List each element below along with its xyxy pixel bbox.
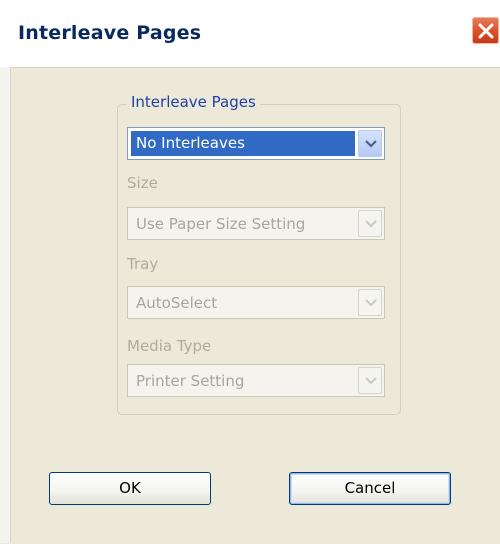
media-type-dropdown-button — [358, 367, 382, 394]
interleave-pages-dialog: Interleave Pages Interleave Pages No Int… — [0, 0, 500, 544]
window-border-left — [0, 67, 11, 543]
window-title: Interleave Pages — [18, 22, 202, 44]
size-dropdown-button — [358, 210, 382, 237]
interleave-select[interactable]: No Interleaves — [127, 127, 385, 160]
media-type-label: Media Type — [127, 337, 212, 355]
chevron-down-icon — [365, 299, 377, 307]
size-label: Size — [127, 174, 158, 192]
tray-label: Tray — [127, 255, 159, 273]
tray-dropdown-button — [358, 289, 382, 316]
media-type-select: Printer Setting — [127, 364, 385, 397]
groupbox-legend: Interleave Pages — [127, 93, 260, 111]
chevron-down-icon — [365, 377, 377, 385]
chevron-down-icon — [365, 220, 377, 228]
interleave-select-value: No Interleaves — [131, 131, 355, 156]
chevron-down-icon — [365, 140, 377, 148]
interleave-dropdown-button[interactable] — [358, 130, 382, 157]
title-bar: Interleave Pages — [0, 0, 500, 67]
media-type-select-value: Printer Setting — [136, 372, 245, 390]
size-select-value: Use Paper Size Setting — [136, 215, 306, 233]
cancel-button[interactable]: Cancel — [289, 472, 451, 505]
close-button[interactable] — [471, 16, 500, 45]
tray-select-value: AutoSelect — [136, 294, 218, 312]
size-select: Use Paper Size Setting — [127, 207, 385, 240]
ok-button[interactable]: OK — [49, 472, 211, 505]
close-icon — [478, 23, 494, 39]
tray-select: AutoSelect — [127, 286, 385, 319]
